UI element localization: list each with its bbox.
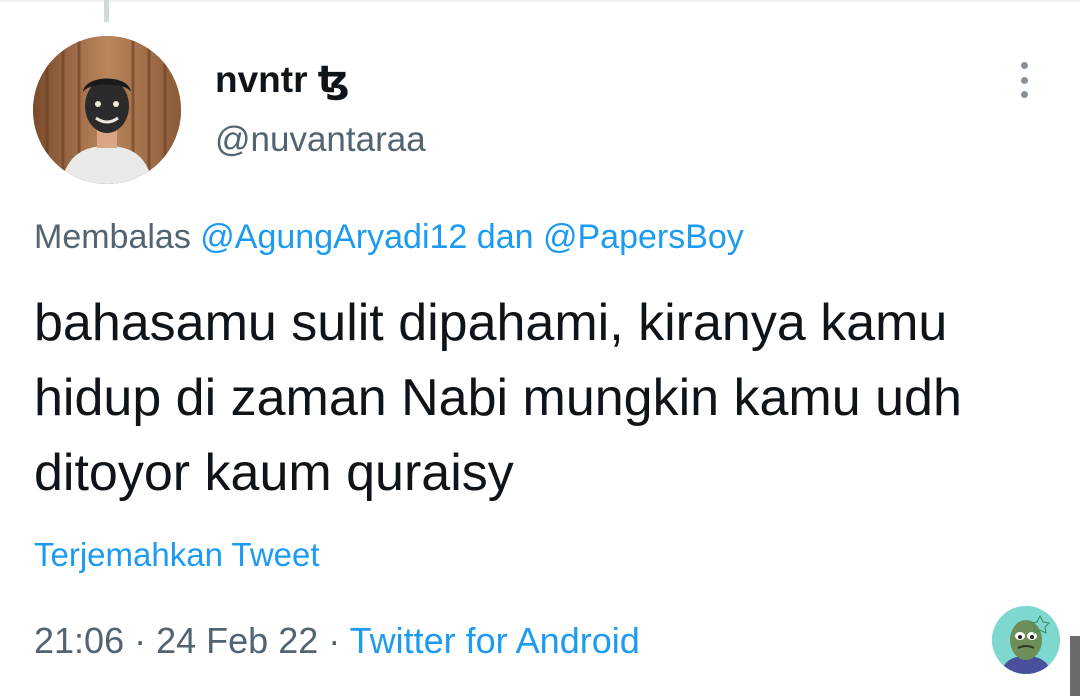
scroll-handle[interactable] (1070, 636, 1080, 696)
overlay-avatar (992, 606, 1060, 674)
reply-mention-link[interactable]: @AgungAryadi12 (200, 218, 467, 256)
meta-separator: · (134, 620, 147, 661)
meta-separator-2: · (328, 620, 341, 661)
thread-connector-line (104, 0, 109, 22)
more-options-button[interactable] (1010, 60, 1038, 100)
author-avatar[interactable] (33, 36, 181, 184)
author-handle[interactable]: @nuvantaraa (215, 120, 426, 160)
reply-conjunction[interactable]: dan (477, 218, 534, 256)
author-avatar-image (33, 36, 181, 184)
more-vertical-icon-dot-2 (1020, 76, 1028, 84)
more-vertical-icon (1020, 62, 1028, 69)
character-icon (992, 606, 1060, 674)
more-vertical-icon-dot-3 (1020, 91, 1028, 98)
reply-context: Membalas @AgungAryadi12 dan @PapersBoy (34, 218, 744, 257)
tweet-date[interactable]: 24 Feb 22 (156, 620, 318, 661)
top-divider (0, 0, 1080, 2)
tweet-text: bahasamu sulit dipahami, kiranya kamu hi… (34, 294, 962, 502)
author-display-name[interactable]: nvntr ꜩ (215, 58, 350, 101)
tweet-source-link[interactable]: Twitter for Android (350, 620, 640, 661)
reply-prefix: Membalas (34, 218, 191, 256)
translate-tweet-link[interactable]: Terjemahkan Tweet (34, 536, 320, 574)
tweet-metadata: 21:06 · 24 Feb 22 · Twitter for Android (34, 620, 640, 662)
tweet-time[interactable]: 21:06 (34, 620, 124, 661)
reply-mention-link-2[interactable]: @PapersBoy (543, 218, 744, 256)
